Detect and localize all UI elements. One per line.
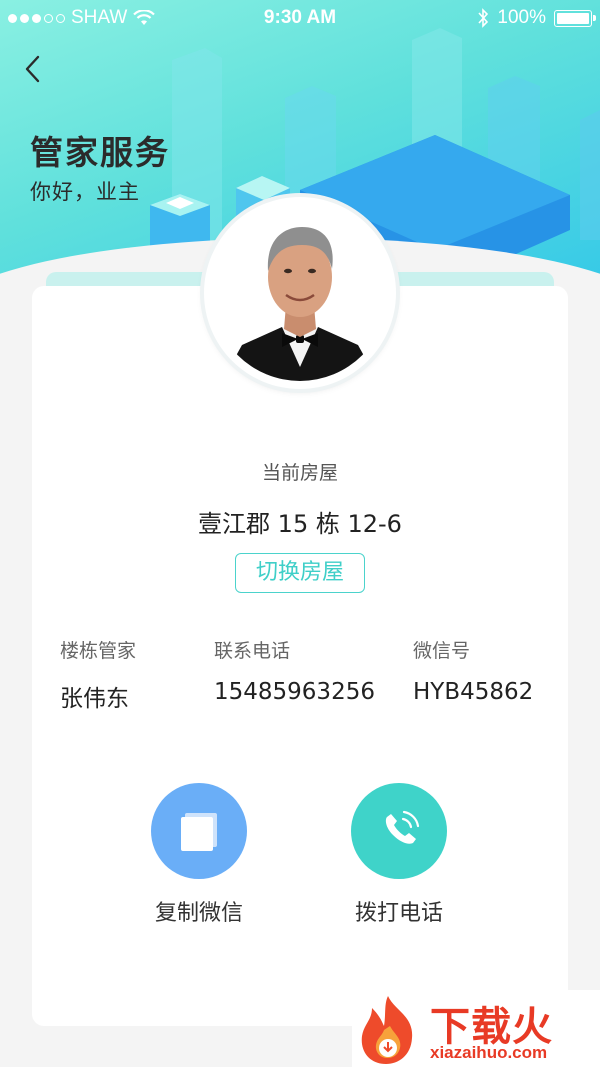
battery-level <box>557 12 589 24</box>
butler-heading: 楼栋管家 <box>60 640 137 662</box>
call-phone-action[interactable]: 拨打电话 <box>329 783 469 927</box>
phone-icon <box>385 810 420 844</box>
butler-avatar <box>204 197 396 389</box>
current-house-label: 当前房屋 <box>261 462 338 484</box>
greeting-text: 你好，业主 <box>30 180 140 204</box>
copy-icon <box>181 813 217 851</box>
call-phone-button[interactable] <box>351 783 447 879</box>
wechat-id: HYB45862 <box>413 679 534 705</box>
copy-wechat-action[interactable]: 复制微信 <box>129 783 269 927</box>
copy-wechat-label: 复制微信 <box>154 901 243 926</box>
flame-logo-icon <box>361 996 413 1064</box>
battery-icon <box>554 9 596 27</box>
watermark-url: xiazaihuo.com <box>430 1043 548 1062</box>
switch-house-button[interactable]: 切换房屋 <box>235 553 365 593</box>
back-button[interactable] <box>18 52 48 86</box>
info-phone: 联系电话 15485963256 <box>214 636 375 705</box>
page-title: 管家服务 <box>30 133 170 172</box>
phone-number: 15485963256 <box>214 679 375 705</box>
current-house-value: 壹江郡 15 栋 12-6 <box>198 510 402 538</box>
call-phone-label: 拨打电话 <box>354 901 443 926</box>
battery-percent: 100% <box>497 7 546 28</box>
butler-portrait <box>212 205 388 381</box>
info-butler: 楼栋管家 张伟东 <box>60 636 136 713</box>
butler-name: 张伟东 <box>60 686 129 712</box>
status-bar: SHAW 9:30 AM 100% <box>0 0 600 36</box>
bluetooth-icon <box>478 8 489 28</box>
phone-heading: 联系电话 <box>214 640 291 662</box>
info-wechat: 微信号 HYB45862 <box>413 636 533 705</box>
watermark: 下载火 xiazaihuo.com <box>352 990 600 1067</box>
wechat-heading: 微信号 <box>413 640 471 662</box>
copy-wechat-button[interactable] <box>151 783 247 879</box>
chevron-left-icon <box>25 55 40 83</box>
